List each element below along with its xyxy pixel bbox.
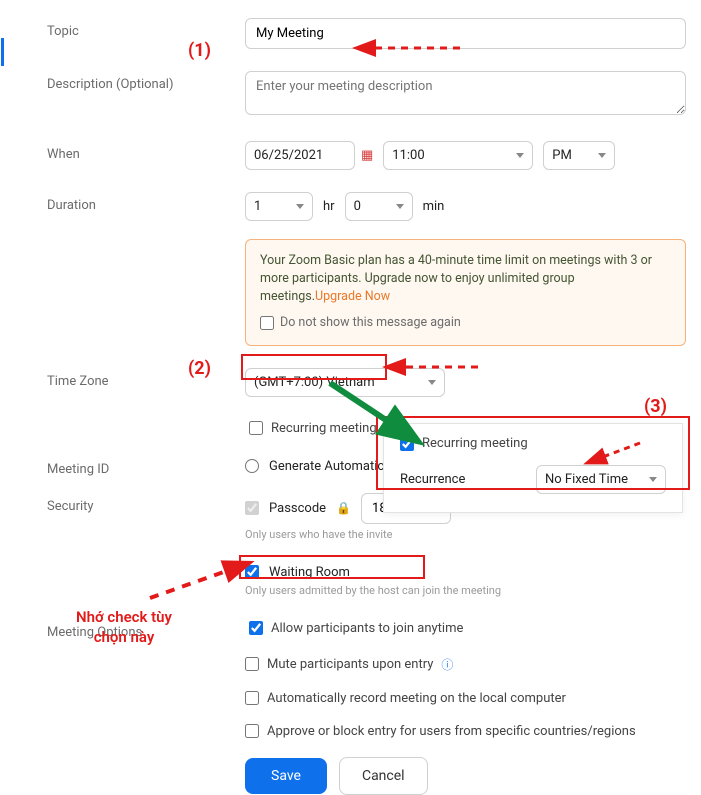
sidebar-active-indicator [1, 38, 4, 66]
mute-on-entry-label: Mute participants upon entry [267, 657, 433, 672]
annotation-marker-3: (3) [644, 396, 667, 417]
auto-record-label: Automatically record meeting on the loca… [267, 691, 566, 706]
help-icon[interactable]: ⓘ [441, 656, 453, 673]
popup-recurring-label: Recurring meeting [422, 436, 528, 451]
description-input[interactable] [245, 71, 686, 115]
passcode-checkbox [245, 501, 259, 515]
passcode-hint: Only users who have the invite [245, 528, 686, 541]
ampm-value: PM [552, 148, 572, 163]
popup-recurrence-select[interactable]: No Fixed Time [536, 465, 666, 494]
chevron-down-icon [516, 153, 524, 158]
approve-block-label: Approve or block entry for users from sp… [267, 724, 636, 739]
label-when: When [15, 141, 245, 170]
ampm-select[interactable]: PM [543, 141, 615, 170]
label-meeting-id: Meeting ID [15, 456, 245, 477]
chevron-down-icon [598, 153, 606, 158]
approve-block-checkbox[interactable] [245, 724, 259, 738]
label-topic: Topic [15, 18, 245, 49]
popup-recurrence-value: No Fixed Time [545, 472, 628, 487]
mute-on-entry-checkbox[interactable] [245, 657, 259, 671]
label-duration: Duration [15, 192, 245, 346]
allow-join-anytime-checkbox[interactable] [249, 621, 263, 635]
date-value: 06/25/2021 [254, 148, 323, 163]
timezone-select[interactable]: (GMT+7:00) Vietnam [245, 368, 445, 397]
duration-min-select[interactable]: 0 [345, 192, 413, 221]
label-meeting-options: Meeting Options [15, 619, 245, 795]
popup-recurring-checkbox[interactable] [400, 437, 414, 451]
timezone-value: (GMT+7:00) Vietnam [254, 375, 375, 390]
recurring-label: Recurring meeting [271, 421, 377, 436]
cancel-button[interactable]: Cancel [339, 757, 428, 795]
label-description: Description (Optional) [15, 71, 245, 119]
chevron-down-icon [428, 380, 436, 385]
chevron-down-icon [396, 204, 404, 209]
chevron-down-icon [296, 204, 304, 209]
chevron-down-icon [649, 477, 657, 482]
waiting-room-hint: Only users admitted by the host can join… [245, 584, 686, 597]
topic-input[interactable] [245, 18, 686, 49]
upgrade-now-link[interactable]: Upgrade Now [315, 289, 390, 304]
dismiss-banner-label: Do not show this message again [280, 314, 461, 332]
recurrence-popup: Recurring meeting Recurrence No Fixed Ti… [383, 423, 683, 513]
upgrade-banner: Your Zoom Basic plan has a 40-minute tim… [245, 239, 686, 346]
recurring-checkbox[interactable] [249, 421, 263, 435]
label-security: Security [15, 493, 245, 597]
duration-min-value: 0 [354, 199, 361, 214]
duration-hours-value: 1 [254, 199, 261, 214]
dismiss-banner-checkbox[interactable] [260, 316, 274, 330]
label-timezone: Time Zone [15, 368, 245, 397]
time-select[interactable]: 11:00 [383, 141, 533, 170]
duration-hours-select[interactable]: 1 [245, 192, 313, 221]
waiting-room-label: Waiting Room [269, 565, 350, 580]
auto-record-checkbox[interactable] [245, 691, 259, 705]
hr-unit: hr [323, 199, 335, 214]
time-value: 11:00 [392, 148, 424, 163]
popup-recurrence-label: Recurrence [400, 472, 465, 487]
passcode-label: Passcode [269, 501, 326, 516]
lock-icon: 🔒 [336, 501, 351, 515]
calendar-icon[interactable]: ▦ [361, 148, 373, 163]
waiting-room-checkbox[interactable] [245, 565, 259, 579]
date-select[interactable]: 06/25/2021 [245, 141, 355, 170]
allow-join-anytime-label: Allow participants to join anytime [271, 621, 463, 636]
save-button[interactable]: Save [245, 758, 327, 794]
meeting-id-auto-radio[interactable] [245, 459, 259, 473]
min-unit: min [423, 199, 445, 214]
